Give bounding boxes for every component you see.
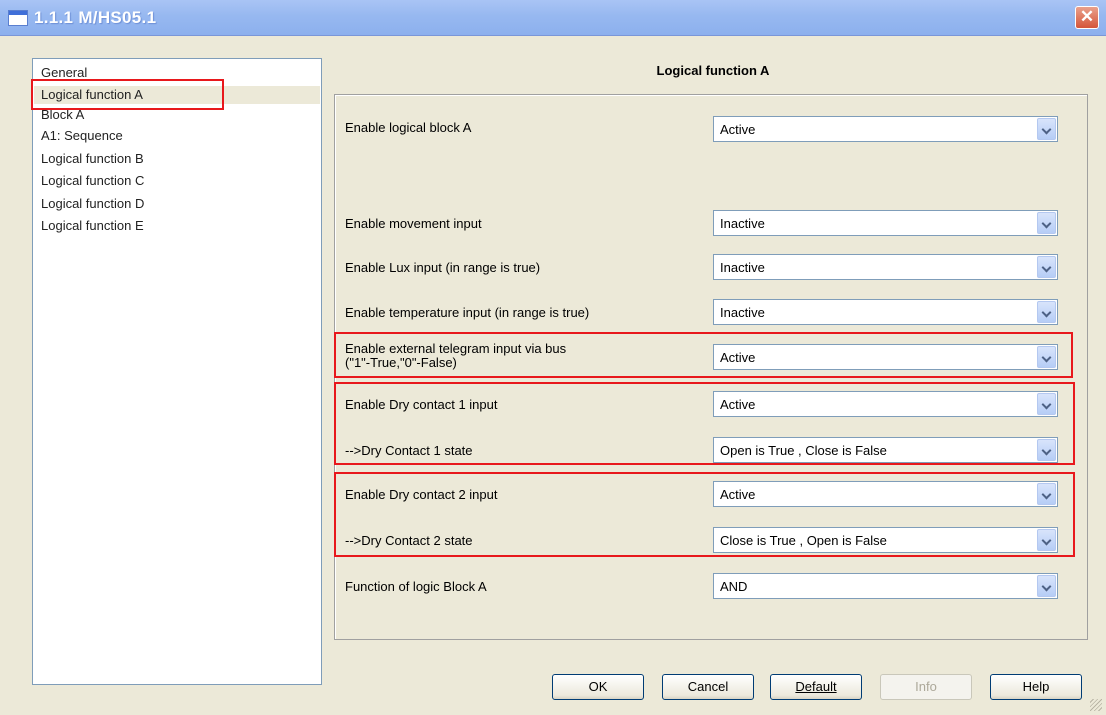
window-icon: [8, 10, 28, 26]
tree-item-logical-function-a[interactable]: Logical function A: [34, 86, 320, 104]
tree-item-logical-function-c[interactable]: Logical function C: [41, 172, 144, 190]
chevron-down-icon[interactable]: [1037, 439, 1056, 461]
label-enable-dry-contact-1-input: Enable Dry contact 1 input: [345, 397, 498, 412]
close-button[interactable]: ✕: [1075, 6, 1099, 29]
dropdown-value: Inactive: [720, 260, 765, 275]
chevron-down-icon[interactable]: [1037, 301, 1056, 323]
dropdown-value: Open is True , Close is False: [720, 443, 887, 458]
tree-item-block-a[interactable]: Block A: [41, 106, 84, 124]
label-dry-contact-2-state: -->Dry Contact 2 state: [345, 533, 473, 548]
label-enable-movement-input: Enable movement input: [345, 216, 482, 231]
dropdown-enable-dry-contact-2-input[interactable]: Active: [713, 481, 1058, 507]
label-function-of-logic-block-a: Function of logic Block A: [345, 579, 487, 594]
chevron-down-icon[interactable]: [1037, 346, 1056, 368]
dropdown-enable-lux-input[interactable]: Inactive: [713, 254, 1058, 280]
dropdown-value: Close is True , Open is False: [720, 533, 887, 548]
dropdown-enable-movement-input[interactable]: Inactive: [713, 210, 1058, 236]
panel-title: Logical function A: [656, 63, 770, 78]
dropdown-value: Active: [720, 397, 756, 412]
tree-item-logical-function-e[interactable]: Logical function E: [41, 217, 144, 235]
dropdown-value: AND: [720, 579, 748, 594]
tree-item-logical-function-b[interactable]: Logical function B: [41, 150, 144, 168]
dropdown-value: Active: [720, 350, 756, 365]
label-enable-dry-contact-2-input: Enable Dry contact 2 input: [345, 487, 498, 502]
dropdown-enable-logical-block-a[interactable]: Active: [713, 116, 1058, 142]
tree-item-a1-sequence[interactable]: A1: Sequence: [41, 127, 123, 145]
chevron-down-icon[interactable]: [1037, 529, 1056, 551]
label-enable-temperature-input: Enable temperature input (in range is tr…: [345, 305, 590, 320]
tree-item-logical-function-d[interactable]: Logical function D: [41, 195, 144, 213]
dropdown-dry-contact-1-state[interactable]: Open is True , Close is False: [713, 437, 1058, 463]
dropdown-value: Active: [720, 122, 756, 137]
default-button-label: Default: [795, 679, 837, 694]
ok-button[interactable]: OK: [552, 674, 644, 700]
cancel-button[interactable]: Cancel: [662, 674, 754, 700]
dropdown-value: Inactive: [720, 305, 765, 320]
chevron-down-icon[interactable]: [1037, 212, 1056, 234]
dropdown-function-of-logic-block-a[interactable]: AND: [713, 573, 1058, 599]
chevron-down-icon[interactable]: [1037, 483, 1056, 505]
dropdown-value: Active: [720, 487, 756, 502]
dropdown-enable-temperature-input[interactable]: Inactive: [713, 299, 1058, 325]
help-button[interactable]: Help: [990, 674, 1082, 700]
label-enable-lux-input: Enable Lux input (in range is true): [345, 260, 541, 275]
chevron-down-icon[interactable]: [1037, 575, 1056, 597]
label-enable-external-telegram-input: Enable external telegram input via bus: [345, 341, 567, 356]
parameter-tree: General Logical function A Block A A1: S…: [32, 58, 322, 685]
chevron-down-icon[interactable]: [1037, 118, 1056, 140]
window-title: 1.1.1 M/HS05.1: [34, 8, 157, 27]
dropdown-enable-external-telegram-input[interactable]: Active: [713, 344, 1058, 370]
dropdown-value: Inactive: [720, 216, 765, 231]
label-enable-external-telegram-input-note: ("1"-True,"0"-False): [345, 355, 457, 370]
dropdown-enable-dry-contact-1-input[interactable]: Active: [713, 391, 1058, 417]
resize-grip-icon[interactable]: [1090, 699, 1102, 711]
tree-item-general[interactable]: General: [41, 64, 87, 82]
chevron-down-icon[interactable]: [1037, 256, 1056, 278]
label-enable-logical-block-a: Enable logical block A: [345, 120, 472, 135]
title-bar: 1.1.1 M/HS05.1 ✕: [0, 0, 1106, 36]
label-dry-contact-1-state: -->Dry Contact 1 state: [345, 443, 473, 458]
info-button: Info: [880, 674, 972, 700]
dropdown-dry-contact-2-state[interactable]: Close is True , Open is False: [713, 527, 1058, 553]
chevron-down-icon[interactable]: [1037, 393, 1056, 415]
default-button[interactable]: Default: [770, 674, 862, 700]
